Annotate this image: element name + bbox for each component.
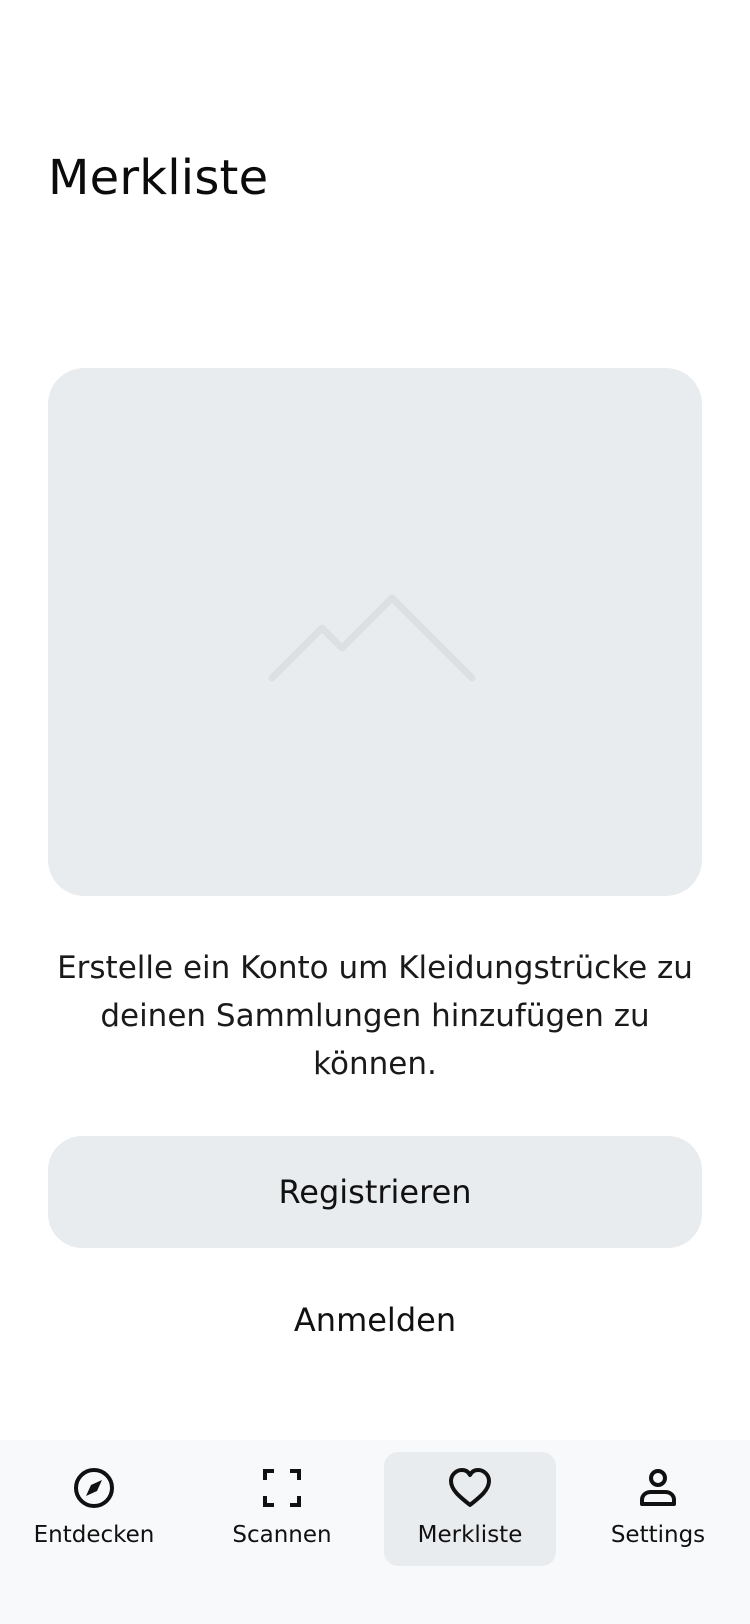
compass-icon	[74, 1468, 114, 1508]
person-icon	[640, 1469, 676, 1506]
tab-bar: Entdecken Scannen Merkliste Settings	[0, 1440, 750, 1624]
login-button[interactable]: Anmelden	[48, 1268, 702, 1372]
tab-merkliste[interactable]: Merkliste	[384, 1452, 556, 1566]
scan-icon	[263, 1469, 301, 1507]
image-placeholder	[48, 368, 702, 896]
heart-icon	[449, 1468, 491, 1507]
page-title: Merkliste	[48, 150, 269, 206]
tab-settings[interactable]: Settings	[572, 1452, 744, 1566]
image-placeholder-icon	[268, 594, 476, 682]
tab-scannen[interactable]: Scannen	[196, 1452, 368, 1566]
tab-label: Entdecken	[33, 1522, 155, 1548]
empty-state-message: Erstelle ein Konto um Kleidungstrücke zu…	[57, 950, 693, 1082]
tab-label: Merkliste	[417, 1522, 523, 1548]
register-button[interactable]: Registrieren	[48, 1136, 702, 1248]
tab-label: Settings	[610, 1522, 706, 1548]
tab-label: Scannen	[232, 1522, 332, 1548]
tab-entdecken[interactable]: Entdecken	[8, 1452, 180, 1566]
